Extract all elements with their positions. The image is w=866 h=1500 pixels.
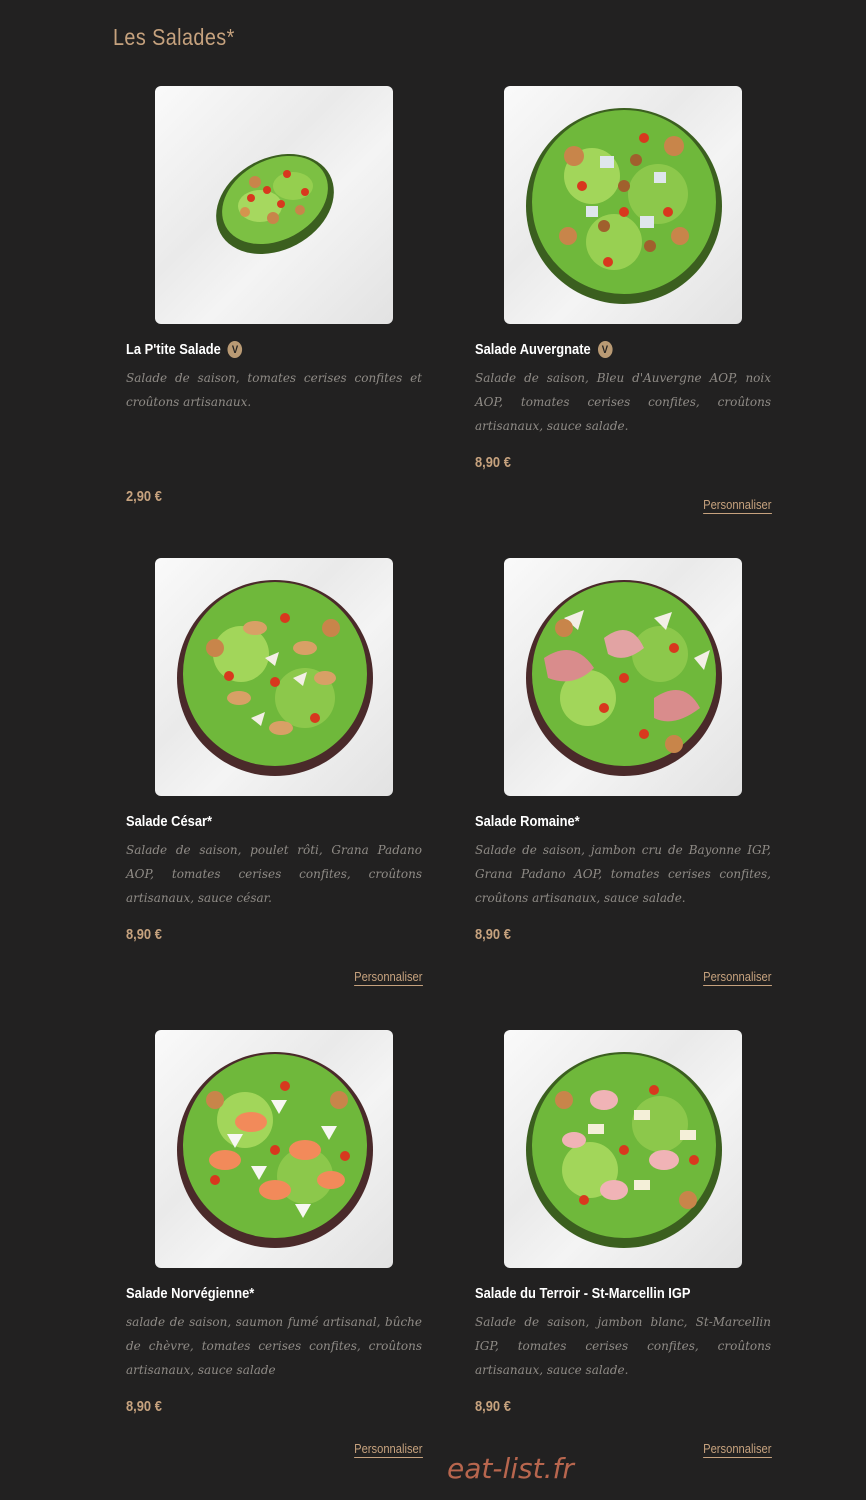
product-description: Salade de saison, Bleu d'Auvergne AOP, n… (475, 371, 771, 433)
product-card-ptite-salade[interactable]: La P'tite Salade V Salade de saison, tom… (122, 86, 422, 548)
product-image[interactable] (155, 86, 393, 324)
product-description: Salade de saison, poulet rôti, Grana Pad… (126, 843, 422, 905)
product-description: Salade de saison, jambon cru de Bayonne … (475, 843, 771, 905)
product-name: Salade Auvergnate V (475, 341, 613, 358)
product-price: 8,90 € (475, 926, 511, 943)
customize-link[interactable]: Personnaliser (353, 969, 422, 986)
product-image[interactable] (155, 1030, 393, 1268)
customize-link[interactable]: Personnaliser (702, 497, 771, 514)
product-image[interactable] (155, 558, 393, 796)
vegetarian-badge-icon: V (227, 341, 243, 358)
salad-bowl-illustration (526, 580, 722, 776)
product-description: Salade de saison, tomates cerises confit… (126, 371, 422, 409)
product-name: La P'tite Salade V (126, 341, 243, 358)
salad-bowl-illustration (177, 580, 373, 776)
product-card-salade-cesar[interactable]: Salade César* Salade de saison, poulet r… (122, 558, 422, 1020)
product-card-salade-auvergnate[interactable]: Salade Auvergnate V Salade de saison, Bl… (471, 86, 771, 548)
product-image[interactable] (504, 1030, 742, 1268)
section-title: Les Salades* (113, 24, 235, 50)
product-name: Salade Norvégienne* (126, 1285, 255, 1302)
salad-bowl-illustration (526, 108, 722, 304)
product-description: Salade de saison, jambon blanc, St-Marce… (475, 1315, 771, 1377)
product-card-salade-romaine[interactable]: Salade Romaine* Salade de saison, jambon… (471, 558, 771, 1020)
product-name: Salade Romaine* (475, 813, 580, 830)
product-image[interactable] (504, 86, 742, 324)
product-price: 2,90 € (126, 488, 162, 505)
product-price: 8,90 € (126, 1398, 162, 1415)
customize-link[interactable]: Personnaliser (702, 969, 771, 986)
product-description: salade de saison, saumon fumé artisanal,… (126, 1315, 422, 1377)
product-image[interactable] (504, 558, 742, 796)
customize-link[interactable]: Personnaliser (353, 1441, 422, 1458)
product-price: 8,90 € (475, 454, 511, 471)
salad-bowl-illustration (526, 1052, 722, 1248)
product-name: Salade du Terroir - St-Marcellin IGP (475, 1285, 691, 1302)
salad-small-illustration (216, 154, 334, 254)
customize-link[interactable]: Personnaliser (702, 1441, 771, 1458)
product-card-salade-du-terroir[interactable]: Salade du Terroir - St-Marcellin IGP Sal… (471, 1030, 771, 1492)
vegetarian-badge-icon: V (597, 341, 613, 358)
product-price: 8,90 € (126, 926, 162, 943)
product-price: 8,90 € (475, 1398, 511, 1415)
watermark: eat-list.fr (447, 1452, 574, 1485)
salad-bowl-illustration (177, 1052, 373, 1248)
product-card-salade-norvegienne[interactable]: Salade Norvégienne* salade de saison, sa… (122, 1030, 422, 1492)
product-name: Salade César* (126, 813, 213, 830)
